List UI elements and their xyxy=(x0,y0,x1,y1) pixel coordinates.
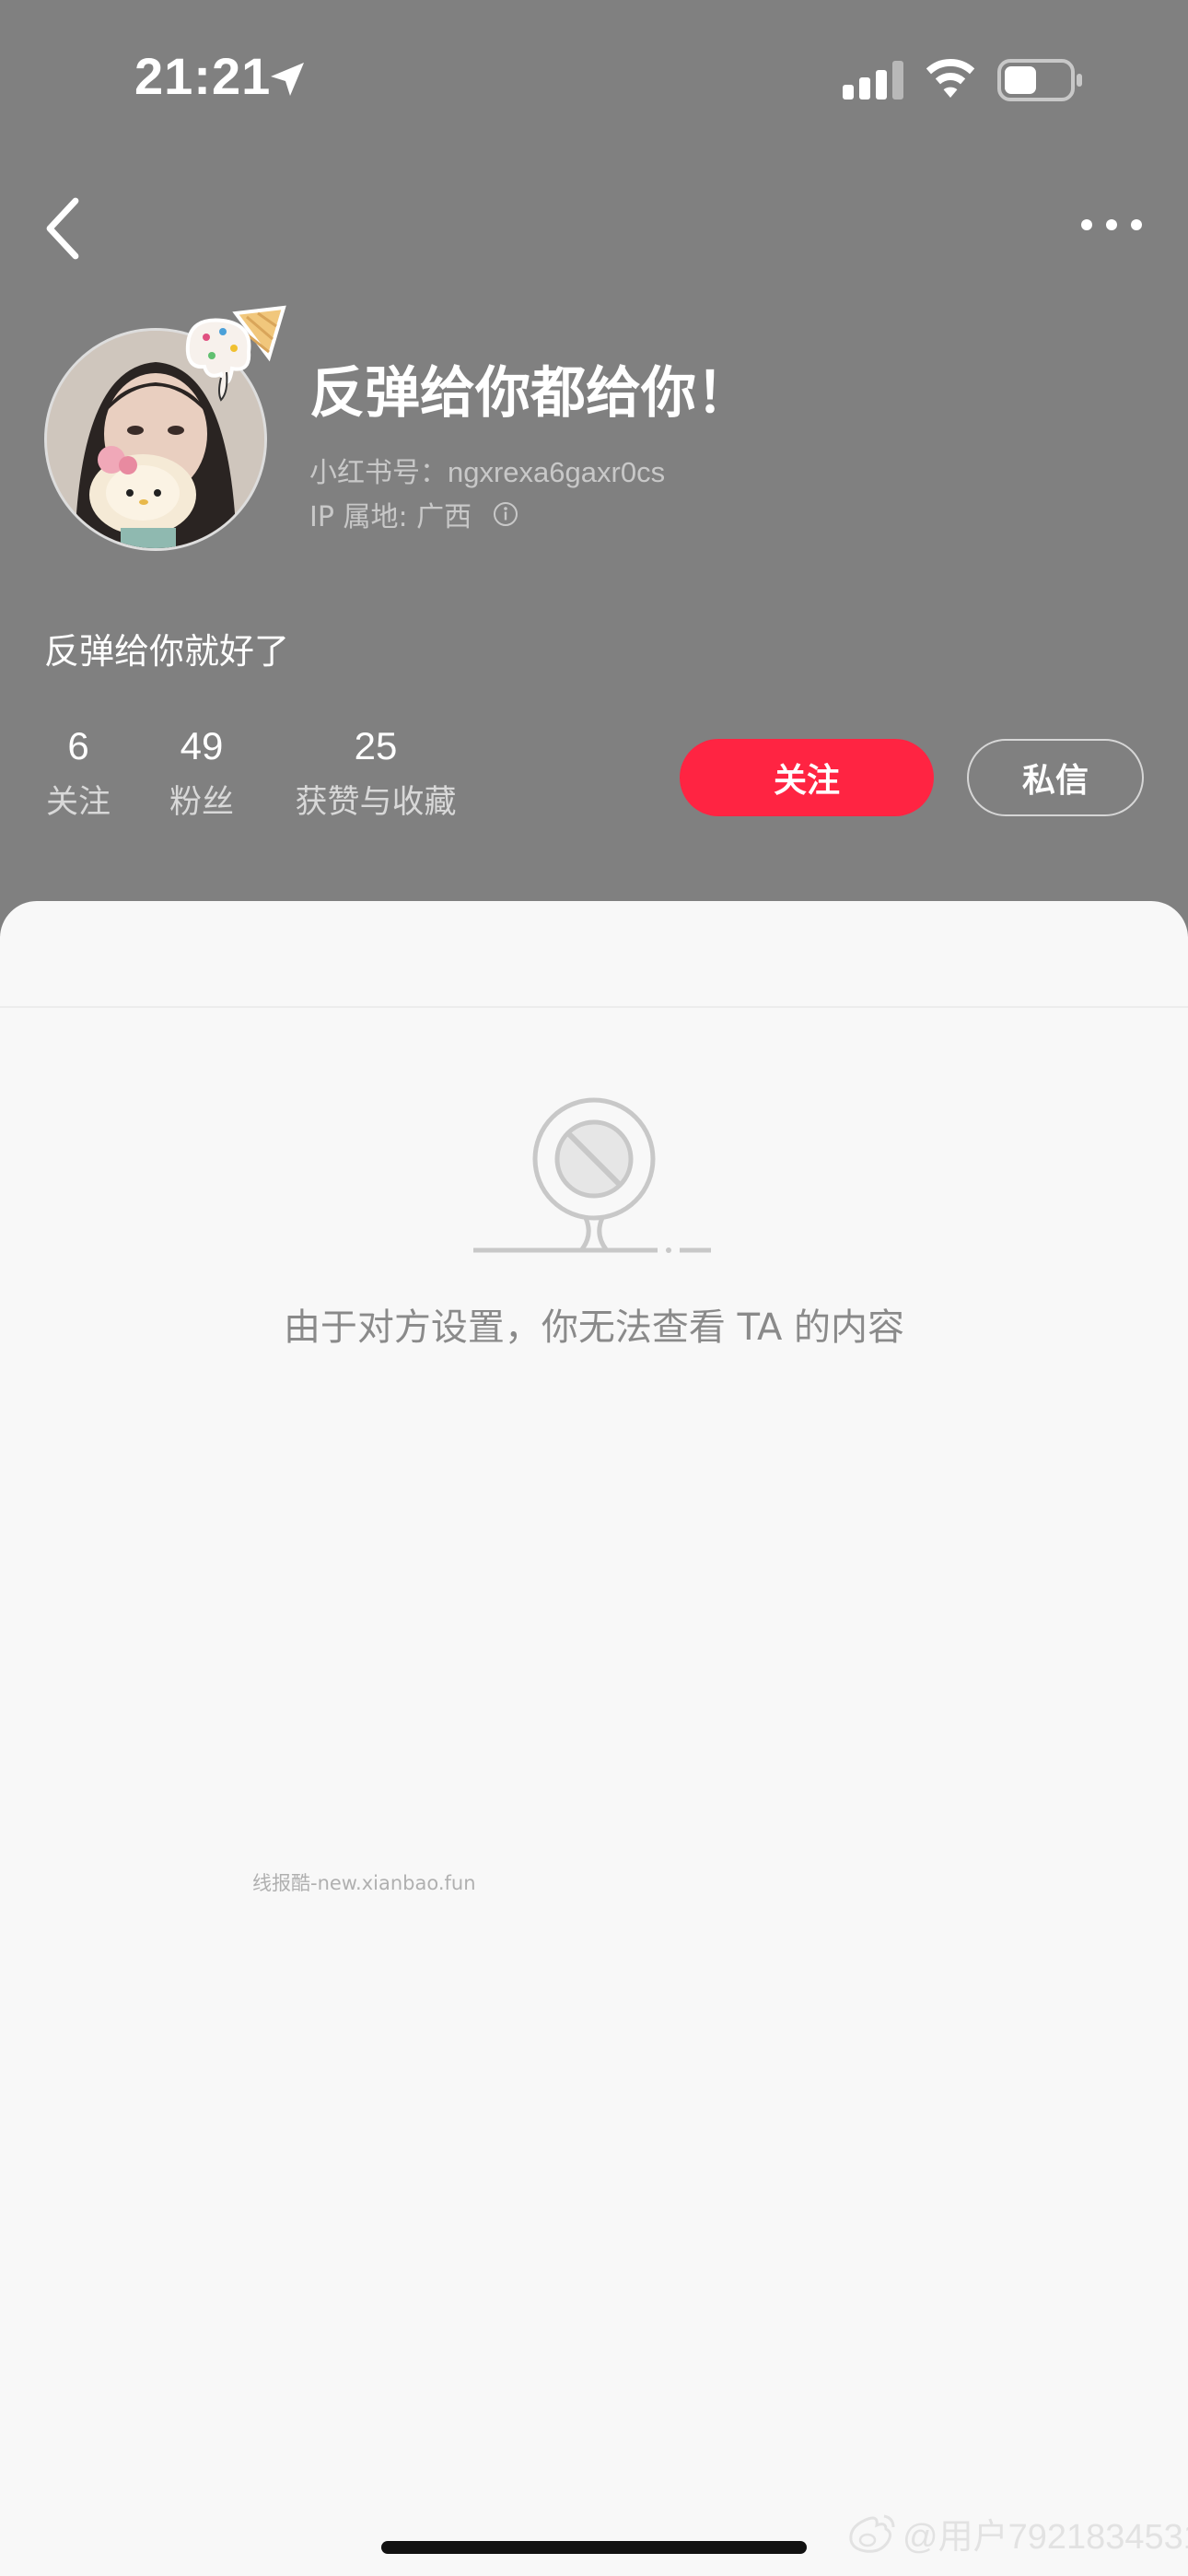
ip-location: IP 属地: 广西 xyxy=(309,494,519,534)
wifi-icon xyxy=(926,58,975,98)
red-id-label: 小红书号： xyxy=(309,457,448,489)
stat-following[interactable]: 6 关注 xyxy=(44,724,112,823)
stat-following-label: 关注 xyxy=(45,784,111,821)
status-time: 21:21 xyxy=(134,47,272,105)
bio: 反弹给你就好了 xyxy=(44,631,290,672)
blocked-message: 由于对方设置，你无法查看 TA 的内容 xyxy=(283,1306,905,1349)
stat-followers-label: 粉丝 xyxy=(169,784,234,821)
nickname: 反弹给你都给你！ xyxy=(309,361,751,426)
home-indicator[interactable] xyxy=(381,2541,807,2554)
red-id-value: ngxrexa6gaxr0cs xyxy=(448,456,666,488)
content-panel: 由于对方设置，你无法查看 TA 的内容 线报酷-new.xianbao.fun … xyxy=(0,901,1188,2576)
watermark-user: @用户7921834531 xyxy=(845,2508,1188,2558)
weibo-icon xyxy=(849,2514,895,2553)
back-chevron-icon[interactable] xyxy=(42,195,83,262)
ip-location-label: IP 属地: 广西 xyxy=(309,501,472,533)
stat-likes-count: 25 xyxy=(354,724,398,767)
battery-icon xyxy=(997,59,1082,101)
message-button[interactable]: 私信 xyxy=(967,739,1144,816)
watermark-site: 线报酷-new.xianbao.fun xyxy=(252,1872,476,1894)
info-icon[interactable] xyxy=(492,500,519,528)
watermark-user-text: @用户7921834531 xyxy=(903,2518,1188,2557)
status-bar: 21:21 xyxy=(0,0,1188,157)
red-id: 小红书号：ngxrexa6gaxr0cs xyxy=(309,450,665,490)
stat-following-count: 6 xyxy=(67,724,89,767)
blocked-content-icon xyxy=(473,1097,711,1253)
follow-button[interactable]: 关注 xyxy=(680,739,934,816)
stat-followers-count: 49 xyxy=(180,724,224,767)
location-arrow-icon xyxy=(271,63,304,96)
more-dots-icon[interactable] xyxy=(1079,205,1144,245)
cellular-signal-icon xyxy=(843,61,903,100)
stat-likes-label: 获赞与收藏 xyxy=(295,784,457,821)
stat-followers[interactable]: 49 粉丝 xyxy=(166,724,238,823)
divider xyxy=(0,1006,1188,1008)
stat-likes[interactable]: 25 获赞与收藏 xyxy=(291,724,460,823)
ice-cream-pendant-icon xyxy=(185,305,286,402)
